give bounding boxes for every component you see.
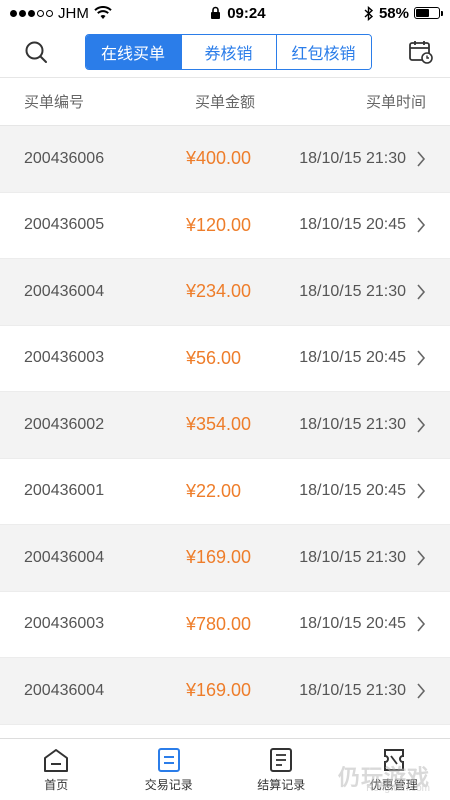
tab-online-payment[interactable]: 在线买单 <box>85 34 181 69</box>
order-row[interactable]: 200436004 ¥234.00 18/10/15 21:30 <box>0 259 450 326</box>
order-row[interactable]: 200436004 ¥169.00 18/10/15 21:30 <box>0 525 450 592</box>
order-amount: ¥400.00 <box>186 148 252 169</box>
order-number: 200436002 <box>24 415 105 433</box>
column-time: 买单时间 <box>365 94 426 111</box>
carrier-name: JHM <box>58 4 89 22</box>
chevron-right-icon <box>410 483 426 499</box>
tabbar-item-home[interactable]: 首页 <box>0 739 113 800</box>
order-row[interactable]: 200436005 ¥120.00 18/10/15 20:45 <box>0 193 450 259</box>
tabbar-item-transactions[interactable]: 交易记录 <box>113 739 226 800</box>
order-time: 18/10/15 21:30 <box>299 149 406 167</box>
chevron-right-icon <box>410 550 426 566</box>
tabbar-label-transactions: 交易记录 <box>144 777 193 792</box>
chevron-right-icon <box>410 683 426 699</box>
tabbar-item-settlements[interactable]: 结算记录 <box>225 739 338 800</box>
chevron-right-icon <box>410 417 426 433</box>
order-row[interactable]: 200436003 ¥56.00 18/10/15 20:45 <box>0 326 450 392</box>
battery-icon <box>413 7 443 19</box>
chevron-right-icon <box>410 616 426 632</box>
battery-level <box>415 9 429 17</box>
status-center: 09:24 <box>210 4 266 22</box>
order-amount: ¥354.00 <box>186 414 252 435</box>
order-list: 200436006 ¥400.00 18/10/15 21:30 200436005 ¥… <box>0 126 450 725</box>
clock-time: 09:24 <box>227 4 266 22</box>
bottom-tab-bar: 首页 交易记录 结算记录 优惠管理 仍玩游戏 Rengwan.com <box>0 738 450 800</box>
column-order-no: 买单编号 <box>24 94 85 111</box>
battery-percent: 58% <box>378 4 409 22</box>
order-time: 18/10/15 20:45 <box>299 216 406 234</box>
nav-bar: 在线买单 券核销 红包核销 <box>0 26 450 78</box>
order-number: 200436001 <box>24 482 105 500</box>
order-row[interactable]: 200436002 ¥354.00 18/10/15 21:30 <box>0 392 450 459</box>
status-left: JHM <box>10 5 112 22</box>
order-amount: ¥169.00 <box>186 547 252 568</box>
order-time: 18/10/15 20:45 <box>299 349 406 367</box>
transaction-records-icon <box>157 747 180 772</box>
discount-management-icon <box>383 748 404 771</box>
order-time: 18/10/15 21:30 <box>299 681 406 699</box>
order-number: 200436003 <box>24 615 105 633</box>
column-header: 买单编号 买单金额 买单时间 <box>0 78 450 126</box>
order-number: 200436006 <box>24 149 105 167</box>
status-right: 58% <box>364 4 443 22</box>
order-number: 200436005 <box>24 216 105 234</box>
order-amount: ¥22.00 <box>186 480 242 501</box>
order-row[interactable]: 200436001 ¥22.00 18/10/15 20:45 <box>0 459 450 525</box>
order-number: 200436004 <box>24 282 105 300</box>
order-amount: ¥56.00 <box>186 347 242 368</box>
order-time: 18/10/15 20:45 <box>299 482 406 500</box>
tabbar-label-discounts: 优惠管理 <box>369 777 418 792</box>
settlement-records-icon <box>270 747 293 772</box>
tabbar-label-settlements: 结算记录 <box>257 777 306 792</box>
order-row[interactable]: 200436006 ¥400.00 18/10/15 21:30 <box>0 126 450 193</box>
order-row[interactable]: 200436003 ¥780.00 18/10/15 20:45 <box>0 592 450 658</box>
home-icon <box>44 748 69 772</box>
chevron-right-icon <box>410 350 426 366</box>
bluetooth-icon <box>364 5 374 21</box>
order-number: 200436003 <box>24 349 105 367</box>
calendar-icon[interactable] <box>408 39 434 65</box>
signal-strength-icon <box>10 9 53 17</box>
order-number: 200436004 <box>24 548 105 566</box>
tabbar-label-home: 首页 <box>44 777 69 792</box>
chevron-right-icon <box>410 151 426 167</box>
search-icon[interactable] <box>24 40 48 64</box>
order-row[interactable]: 200436004 ¥169.00 18/10/15 21:30 <box>0 658 450 725</box>
tab-coupon-verify[interactable]: 券核销 <box>180 34 276 69</box>
column-amount: 买单金额 <box>194 94 255 111</box>
wifi-icon <box>94 6 112 19</box>
order-time: 18/10/15 21:30 <box>299 282 406 300</box>
tab-redpacket-verify[interactable]: 红包核销 <box>275 34 371 69</box>
chevron-right-icon <box>410 217 426 233</box>
lock-icon <box>211 6 221 19</box>
tabbar-item-discounts[interactable]: 优惠管理 <box>338 739 450 800</box>
order-amount: ¥234.00 <box>186 281 252 302</box>
status-bar: JHM 09:24 58% <box>0 0 450 26</box>
order-number: 200436004 <box>24 681 105 699</box>
order-amount: ¥120.00 <box>186 214 252 235</box>
order-time: 18/10/15 21:30 <box>299 548 406 566</box>
chevron-right-icon <box>410 284 426 300</box>
order-time: 18/10/15 21:30 <box>299 415 406 433</box>
order-time: 18/10/15 20:45 <box>299 615 406 633</box>
order-amount: ¥169.00 <box>186 680 252 701</box>
segmented-tabs: 在线买单 券核销 红包核销 <box>84 33 372 70</box>
order-amount: ¥780.00 <box>186 613 252 634</box>
